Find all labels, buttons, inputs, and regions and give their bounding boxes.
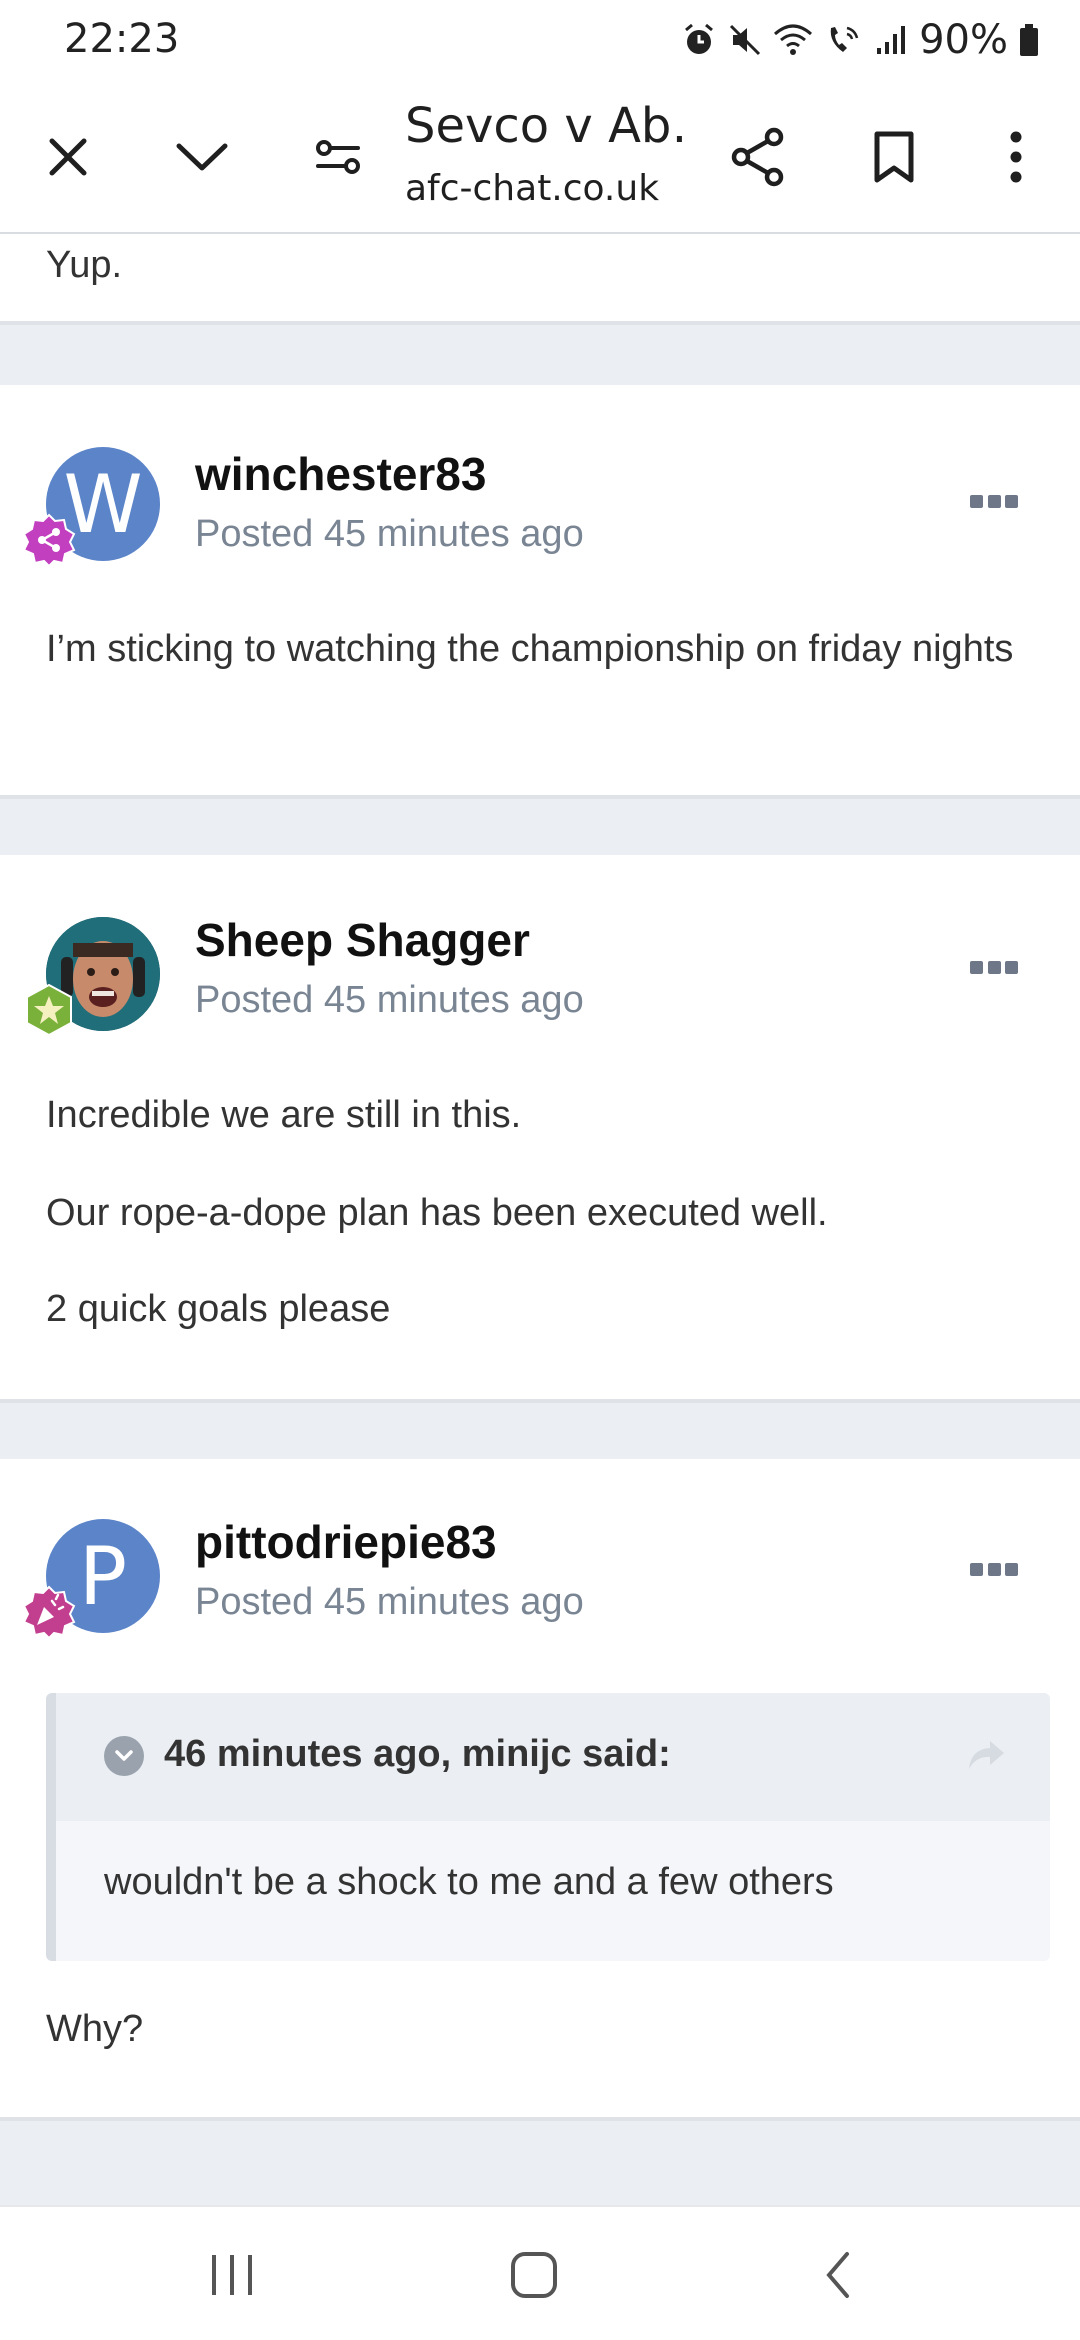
home-icon xyxy=(511,2251,557,2298)
post-options-button[interactable] xyxy=(970,961,1018,975)
home-button[interactable] xyxy=(474,2207,594,2340)
post-body-text: 2 quick goals please xyxy=(46,1288,391,1330)
wifi-calling-icon xyxy=(830,26,859,52)
post-body-text: Yup. xyxy=(46,244,123,286)
post-options-button[interactable] xyxy=(970,1563,1018,1577)
minimize-button[interactable] xyxy=(152,80,252,234)
post-timestamp[interactable]: Posted 45 minutes ago xyxy=(195,979,584,1022)
post-timestamp[interactable]: Posted 45 minutes ago xyxy=(195,1581,584,1624)
close-button[interactable] xyxy=(18,80,118,234)
post-body-text: I’m sticking to watching the championshi… xyxy=(46,628,1014,670)
page-url[interactable]: afc-chat.co.uk xyxy=(405,168,659,209)
quote-header[interactable]: 46 minutes ago, minijc said: xyxy=(56,1693,1050,1821)
bookmark-button[interactable] xyxy=(844,80,944,234)
battery-percent: 90% xyxy=(919,17,1008,63)
chevron-down-icon xyxy=(176,143,228,171)
browser-toolbar: Sevco v Ab… afc-chat.co.uk xyxy=(0,80,1080,234)
close-icon xyxy=(49,138,87,176)
post-body-text: Our rope-a-dope plan has been executed w… xyxy=(46,1192,828,1234)
share-icon xyxy=(731,127,784,187)
page-title[interactable]: Sevco v Ab… xyxy=(405,98,685,154)
post-author[interactable]: winchester83 xyxy=(195,447,486,501)
recent-apps-button[interactable] xyxy=(172,2207,292,2340)
celebration-badge-icon xyxy=(22,1585,76,1639)
back-button[interactable] xyxy=(778,2207,898,2340)
status-icons: 90% xyxy=(681,16,1040,64)
star-badge-icon xyxy=(26,983,72,1037)
battery-icon xyxy=(1020,24,1038,56)
post-card: P pittodriepie83 Posted 45 minutes ago 4… xyxy=(0,1459,1080,2121)
post-author[interactable]: Sheep Shagger xyxy=(195,913,530,967)
post-options-button[interactable] xyxy=(970,495,1018,509)
more-vert-icon xyxy=(1010,131,1022,183)
back-icon xyxy=(826,2251,849,2298)
thread-content[interactable]: Yup. W winchester83 Posted 45 minutes ag… xyxy=(0,235,1080,2205)
post-body-text: Why? xyxy=(46,2008,144,2050)
alarm-icon xyxy=(685,23,714,54)
recent-apps-icon xyxy=(212,2254,252,2295)
quote-block: 46 minutes ago, minijc said: wouldn't be… xyxy=(46,1693,1050,1961)
avatar-letter: P xyxy=(78,1529,128,1623)
signal-icon xyxy=(877,26,906,54)
post-body-text: Incredible we are still in this. xyxy=(46,1094,522,1136)
status-time: 22:23 xyxy=(64,16,180,62)
post-author[interactable]: pittodriepie83 xyxy=(195,1515,497,1569)
wifi-icon xyxy=(774,24,813,55)
page-controls-icon xyxy=(316,140,360,174)
status-bar: 22:23 90% xyxy=(0,0,1080,80)
post-card: W winchester83 Posted 45 minutes ago I’m… xyxy=(0,385,1080,799)
quote-attribution[interactable]: 46 minutes ago, minijc said: xyxy=(164,1733,671,1776)
collapse-quote-icon[interactable] xyxy=(104,1736,144,1776)
bookmark-icon xyxy=(874,131,914,183)
post-card: Sheep Shagger Posted 45 minutes ago Incr… xyxy=(0,855,1080,1403)
community-badge-icon xyxy=(22,513,76,567)
system-nav-bar xyxy=(0,2205,1080,2340)
quote-text: wouldn't be a shock to me and a few othe… xyxy=(104,1861,834,1903)
share-button[interactable] xyxy=(708,80,808,234)
post-timestamp[interactable]: Posted 45 minutes ago xyxy=(195,513,584,556)
go-to-quoted-post-icon[interactable] xyxy=(966,1737,1006,1773)
more-options-button[interactable] xyxy=(966,80,1066,234)
previous-post-card: Yup. xyxy=(0,235,1080,325)
page-controls-button[interactable] xyxy=(288,80,388,234)
mute-icon xyxy=(730,24,761,56)
